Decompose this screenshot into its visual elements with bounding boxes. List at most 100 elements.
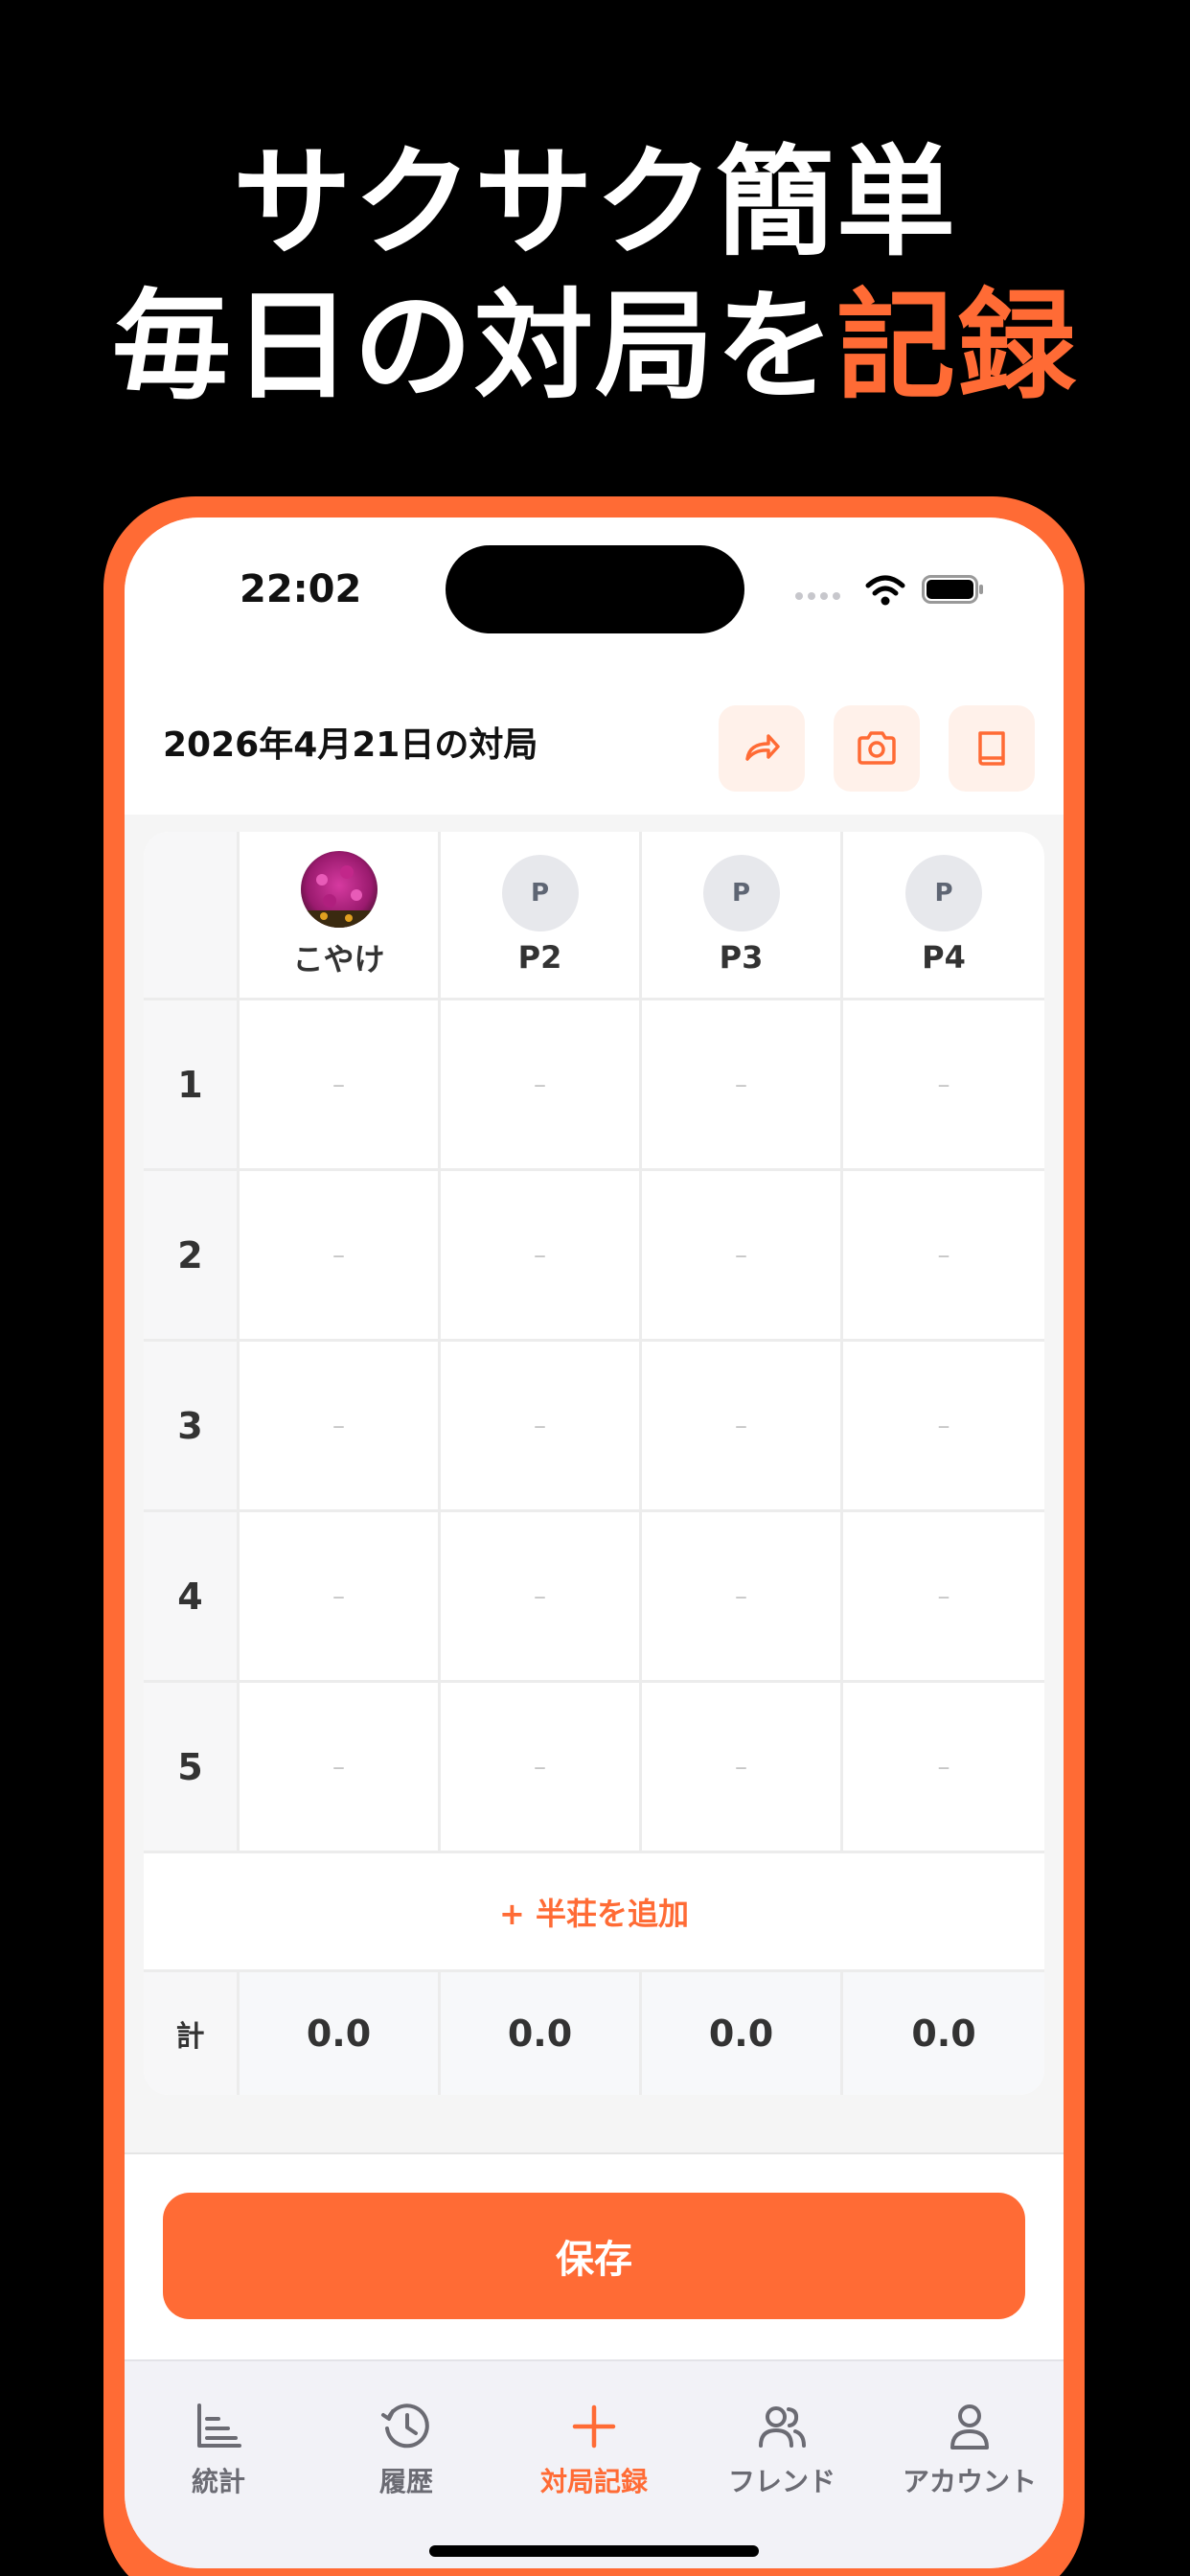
score-cell[interactable]: – bbox=[441, 1171, 642, 1339]
score-cell[interactable]: – bbox=[642, 1171, 843, 1339]
score-value: – bbox=[735, 1070, 747, 1099]
promo-headline-line2: 毎日の対局を記録 bbox=[0, 288, 1190, 406]
score-value: – bbox=[534, 1240, 546, 1270]
page-header: 2026年4月21日の対局 bbox=[125, 661, 1064, 815]
score-cell[interactable]: – bbox=[843, 1683, 1044, 1851]
score-cell[interactable]: – bbox=[642, 1512, 843, 1680]
tab-history[interactable]: 履歴 bbox=[312, 2398, 500, 2499]
round-number-cell: 5 bbox=[144, 1683, 240, 1851]
score-cell[interactable]: – bbox=[240, 1512, 441, 1680]
tab-label: アカウント bbox=[902, 2466, 1037, 2497]
score-cell[interactable]: – bbox=[843, 1512, 1044, 1680]
tab-label: 統計 bbox=[191, 2466, 245, 2497]
camera-button[interactable] bbox=[834, 705, 920, 792]
book-icon bbox=[978, 731, 1005, 766]
score-cell[interactable]: – bbox=[240, 1171, 441, 1339]
round-number-cell: 1 bbox=[144, 1000, 240, 1168]
score-value: – bbox=[332, 1581, 345, 1611]
wifi-icon bbox=[865, 575, 905, 606]
score-value: – bbox=[735, 1411, 747, 1440]
total-value: 0.0 bbox=[708, 2012, 774, 2055]
tab-record[interactable]: 対局記録 bbox=[500, 2398, 688, 2499]
total-value: 0.0 bbox=[507, 2012, 573, 2055]
score-cell[interactable]: – bbox=[843, 1000, 1044, 1168]
tab-label: 履歴 bbox=[378, 2466, 433, 2497]
score-cell[interactable]: – bbox=[843, 1171, 1044, 1339]
friends-icon bbox=[759, 2406, 806, 2448]
player-name: こやけ bbox=[292, 940, 385, 978]
score-cell[interactable]: – bbox=[240, 1683, 441, 1851]
score-table: こやけ P P2 P P3 P P4 1 – – – – 2 – – – – 3 – – – – 4 – – – – 5 – – – – +… bbox=[144, 832, 1044, 2095]
score-value: – bbox=[534, 1581, 546, 1611]
status-time: 22:02 bbox=[240, 567, 362, 611]
phone-frame: 22:02 2026年4月21日の対局 こやけ P P2 P P3 P P4 1… bbox=[103, 496, 1085, 2576]
round-number-cell: 2 bbox=[144, 1171, 240, 1339]
round-number: 5 bbox=[177, 1745, 203, 1788]
tab-account[interactable]: アカウント bbox=[876, 2398, 1064, 2499]
tab-label: 対局記録 bbox=[539, 2466, 648, 2497]
score-cell[interactable]: – bbox=[441, 1000, 642, 1168]
status-bar: 22:02 bbox=[125, 518, 1064, 661]
score-value: – bbox=[332, 1240, 345, 1270]
score-value: – bbox=[735, 1240, 747, 1270]
player-name: P3 bbox=[719, 938, 764, 976]
promo-line2-accent: 記録 bbox=[836, 278, 1079, 416]
total-cell: 0.0 bbox=[843, 1972, 1044, 2095]
battery-icon bbox=[922, 575, 983, 604]
totals-row: 計 0.0 0.0 0.0 0.0 bbox=[144, 1972, 1044, 2095]
add-round-button[interactable]: + 半荘を追加 bbox=[144, 1853, 1044, 1972]
share-button[interactable] bbox=[719, 705, 805, 792]
home-indicator bbox=[429, 2545, 759, 2557]
player-header-cell[interactable]: P P2 bbox=[441, 832, 642, 998]
total-value: 0.0 bbox=[306, 2012, 372, 2055]
player-header-cell[interactable]: P P3 bbox=[642, 832, 843, 998]
score-cell[interactable]: – bbox=[843, 1342, 1044, 1509]
score-cell[interactable]: – bbox=[240, 1342, 441, 1509]
rules-book-button[interactable] bbox=[949, 705, 1035, 792]
round-row: 4 – – – – bbox=[144, 1512, 1044, 1683]
share-icon bbox=[745, 734, 780, 761]
round-number: 3 bbox=[177, 1404, 203, 1447]
score-value: – bbox=[332, 1411, 345, 1440]
app-screen: 22:02 2026年4月21日の対局 こやけ P P2 P P3 P P4 1… bbox=[125, 518, 1064, 2568]
save-footer: 保存 bbox=[125, 2152, 1064, 2359]
tab-bar: 統計 履歴 対局記録 フレンド アカウント bbox=[125, 2359, 1064, 2568]
score-value: – bbox=[735, 1581, 747, 1611]
total-cell: 0.0 bbox=[240, 1972, 441, 2095]
score-cell[interactable]: – bbox=[642, 1342, 843, 1509]
player-avatar bbox=[300, 850, 378, 928]
promo-line2-text: 毎日の対局を bbox=[111, 278, 836, 416]
page-title: 2026年4月21日の対局 bbox=[163, 725, 538, 765]
player-avatar: P bbox=[905, 854, 982, 932]
totals-label-cell: 計 bbox=[144, 1972, 240, 2095]
total-cell: 0.0 bbox=[642, 1972, 843, 2095]
score-cell[interactable]: – bbox=[642, 1000, 843, 1168]
score-value: – bbox=[332, 1752, 345, 1782]
player-header-cell[interactable]: P P4 bbox=[843, 832, 1044, 998]
score-cell[interactable]: – bbox=[240, 1000, 441, 1168]
total-value: 0.0 bbox=[911, 2012, 976, 2055]
score-cell[interactable]: – bbox=[441, 1342, 642, 1509]
score-value: – bbox=[937, 1411, 950, 1440]
history-icon bbox=[381, 2404, 429, 2449]
score-value: – bbox=[735, 1752, 747, 1782]
save-button[interactable]: 保存 bbox=[163, 2193, 1025, 2319]
round-row: 1 – – – – bbox=[144, 1000, 1044, 1171]
camera-icon bbox=[858, 731, 896, 765]
score-cell[interactable]: – bbox=[642, 1683, 843, 1851]
dynamic-island bbox=[446, 545, 744, 633]
cellular-signal-icon bbox=[795, 592, 840, 600]
tab-stats[interactable]: 統計 bbox=[125, 2398, 312, 2499]
score-value: – bbox=[534, 1070, 546, 1099]
player-header-cell[interactable]: こやけ bbox=[240, 832, 441, 998]
promo-headline-line1: サクサク簡単 bbox=[232, 134, 957, 272]
score-cell[interactable]: – bbox=[441, 1683, 642, 1851]
plus-icon bbox=[572, 2404, 616, 2449]
score-cell[interactable]: – bbox=[441, 1512, 642, 1680]
score-value: – bbox=[534, 1752, 546, 1782]
player-name: P4 bbox=[922, 938, 966, 976]
score-value: – bbox=[937, 1752, 950, 1782]
player-avatar: P bbox=[702, 854, 780, 932]
tab-friends[interactable]: フレンド bbox=[688, 2398, 876, 2499]
account-icon bbox=[950, 2404, 989, 2450]
